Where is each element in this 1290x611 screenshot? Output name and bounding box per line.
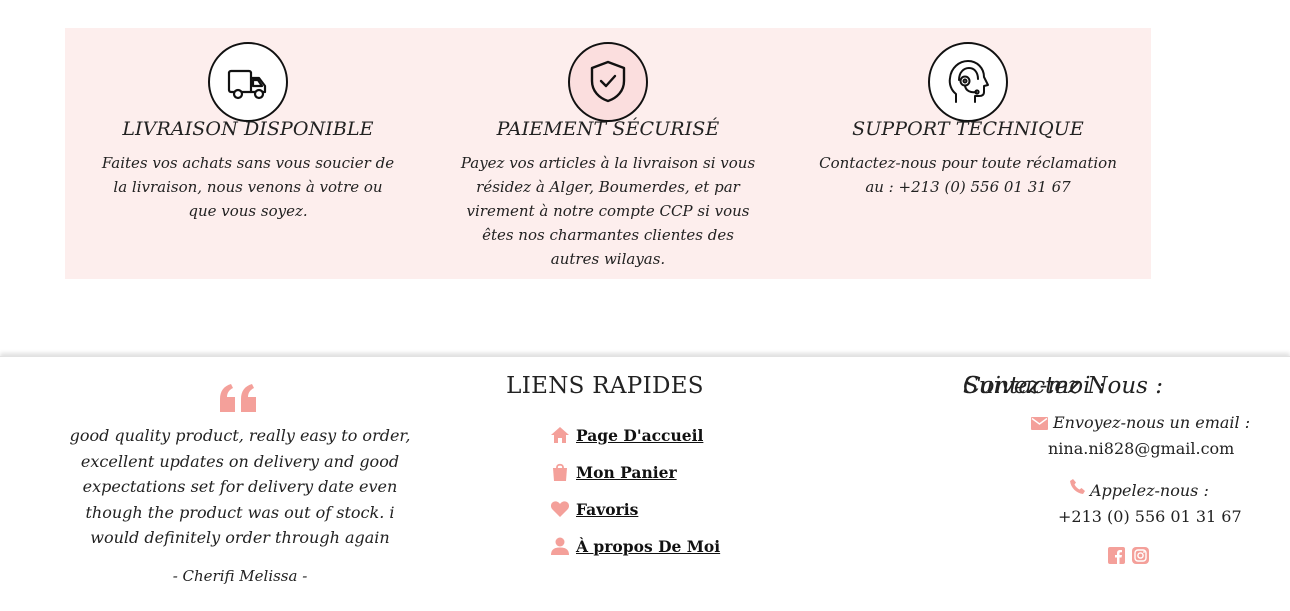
link-favorites[interactable]: Favoris <box>550 496 638 522</box>
link-about[interactable]: À propos De Moi <box>550 533 720 559</box>
link-home[interactable]: Page D'accueil <box>550 422 703 448</box>
shopping-bag-icon <box>553 463 567 481</box>
delivery-truck-icon <box>208 42 288 122</box>
headset-support-icon <box>928 42 1008 122</box>
shield-check-icon <box>568 42 648 122</box>
features-section: LIVRAISON DISPONIBLE Faites vos achats s… <box>65 28 1151 279</box>
instagram-icon[interactable] <box>1132 547 1149 564</box>
testimonial-author: - Cherifi Melissa - <box>172 567 308 585</box>
testimonial-text: good quality product, really easy to ord… <box>69 426 411 547</box>
footer: good quality product, really easy to ord… <box>0 356 1290 611</box>
heart-icon <box>550 501 570 517</box>
email-label: Envoyez-nous un email : <box>1053 413 1251 432</box>
phone-icon <box>1070 479 1085 494</box>
mail-icon <box>1031 417 1048 430</box>
link-cart-label[interactable]: Mon Panier <box>576 463 677 482</box>
feature-text: Payez vos articles à la livraison si vou… <box>460 154 756 268</box>
phone-label: Appelez-nous : <box>1090 481 1209 500</box>
feature-title: SUPPORT TECHNIQUE <box>852 118 1084 140</box>
link-favorites-label[interactable]: Favoris <box>576 500 638 519</box>
feature-title: PAIEMENT SÉCURISÉ <box>496 118 720 140</box>
social-title: Suivez-moi : <box>963 373 1106 399</box>
home-icon <box>551 427 569 443</box>
link-about-label[interactable]: À propos De Moi <box>576 537 720 556</box>
quick-links-title: LIENS RAPIDES <box>506 373 704 399</box>
email-address[interactable]: nina.ni828@gmail.com <box>1048 439 1234 458</box>
feature-title: LIVRAISON DISPONIBLE <box>122 118 374 140</box>
feature-text: Contactez-nous pour toute réclamation au… <box>819 154 1117 196</box>
link-cart[interactable]: Mon Panier <box>550 459 677 485</box>
user-icon <box>551 537 569 555</box>
link-home-label[interactable]: Page D'accueil <box>576 426 703 445</box>
quote-icon <box>220 384 256 412</box>
phone-number[interactable]: +213 (0) 556 01 31 67 <box>1058 507 1242 526</box>
feature-text: Faites vos achats sans vous soucier de l… <box>101 154 395 220</box>
facebook-icon[interactable] <box>1108 547 1125 564</box>
